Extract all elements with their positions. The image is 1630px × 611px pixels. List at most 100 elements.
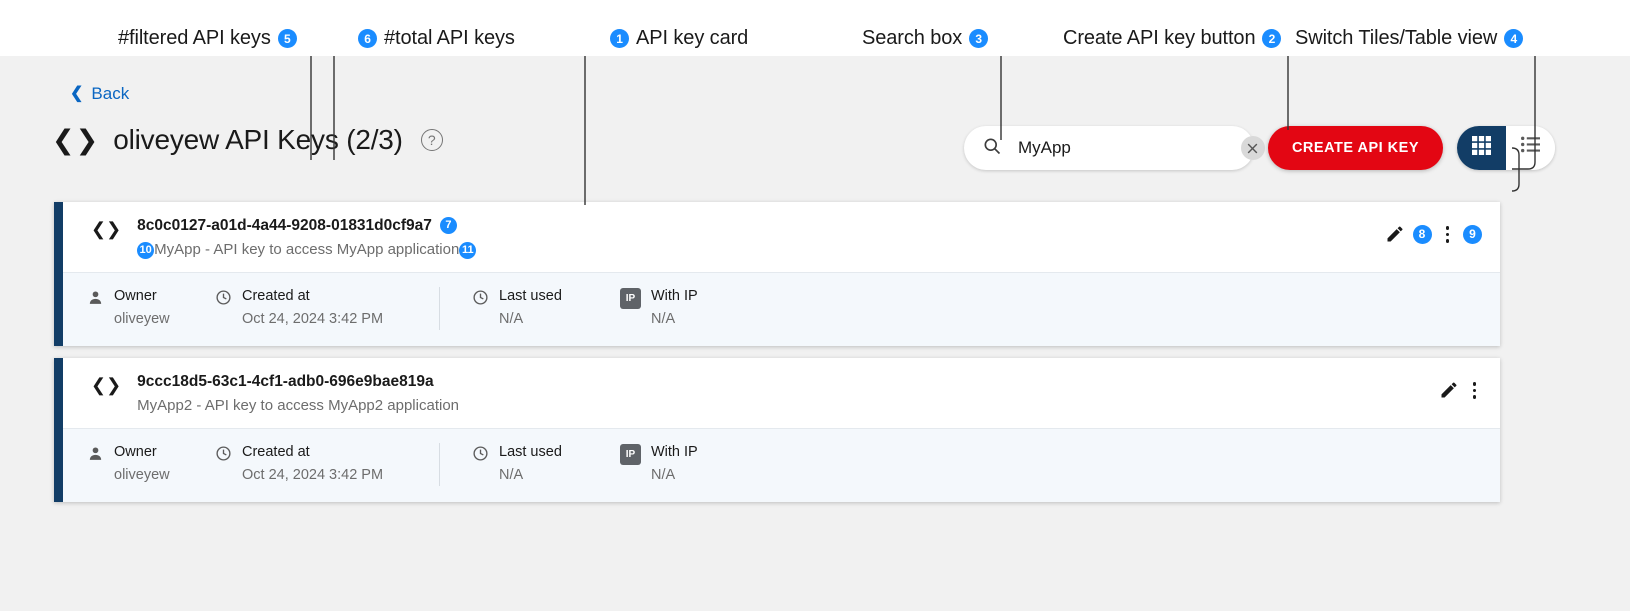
with-ip-field: IP With IP N/A <box>620 287 760 330</box>
pencil-icon[interactable] <box>1439 380 1459 400</box>
clock-icon <box>472 289 489 306</box>
api-key-id-row: 8c0c0127-a01d-4a44-9208-01831d0cf9a7 7 <box>137 216 1484 235</box>
meta-group-primary: Owner oliveyew Created at Oct 24, 2024 3… <box>63 287 415 330</box>
search-box[interactable] <box>964 126 1254 170</box>
annotation-2-label: Create API key button <box>1063 27 1255 50</box>
card-actions <box>1439 380 1483 401</box>
owner-label: Owner <box>114 287 170 307</box>
annotation-6: 6 #total API keys <box>358 27 515 50</box>
api-key-card-list: ❮❯ 8c0c0127-a01d-4a44-9208-01831d0cf9a7 … <box>54 202 1500 514</box>
ip-icon: IP <box>620 288 641 309</box>
api-key-description-row: 10 MyApp - API key to access MyApp appli… <box>137 240 1484 260</box>
api-key-card[interactable]: ❮❯ 8c0c0127-a01d-4a44-9208-01831d0cf9a7 … <box>54 202 1500 346</box>
annotation-1: 1 API key card <box>610 27 748 50</box>
table-view-button[interactable] <box>1506 126 1555 170</box>
with-ip-label: With IP <box>651 443 698 463</box>
annotation-6-label: #total API keys <box>384 27 515 50</box>
ip-icon: IP <box>620 444 641 465</box>
meta-group-usage: Last used N/A IP With IP N/A <box>439 287 760 330</box>
created-at-label: Created at <box>242 443 383 463</box>
kebab-menu-icon[interactable] <box>1467 380 1483 401</box>
owner-label: Owner <box>114 443 170 463</box>
kebab-menu-icon[interactable] <box>1440 224 1456 245</box>
create-api-key-button[interactable]: CREATE API KEY <box>1268 126 1443 170</box>
owner-value: oliveyew <box>114 466 170 486</box>
api-key-id: 8c0c0127-a01d-4a44-9208-01831d0cf9a7 <box>137 216 432 235</box>
created-at-value: Oct 24, 2024 3:42 PM <box>242 466 383 486</box>
annotation-4-label: Switch Tiles/Table view <box>1295 27 1497 50</box>
card-header: ❮❯ 8c0c0127-a01d-4a44-9208-01831d0cf9a7 … <box>63 202 1500 272</box>
card-details: Owner oliveyew Created at Oct 24, 2024 3… <box>63 428 1500 502</box>
owner-value: oliveyew <box>114 310 170 330</box>
annotation-band: #filtered API keys 5 6 #total API keys 1… <box>0 0 1630 56</box>
chevron-left-icon: ❮ <box>70 86 83 102</box>
help-circle-icon[interactable]: ? <box>421 129 443 151</box>
grid-view-icon <box>1472 136 1491 160</box>
api-key-description: MyApp - API key to access MyApp applicat… <box>154 240 459 260</box>
card-titles: 9ccc18d5-63c1-4cf1-adb0-696e9bae819a MyA… <box>137 372 1484 416</box>
last-used-label: Last used <box>499 287 562 307</box>
toolbar: CREATE API KEY <box>964 126 1555 170</box>
annotation-1-label: API key card <box>636 27 748 50</box>
meta-group-primary: Owner oliveyew Created at Oct 24, 2024 3… <box>63 443 415 486</box>
person-icon <box>87 289 104 306</box>
created-at-field: Created at Oct 24, 2024 3:42 PM <box>215 443 415 486</box>
annotation-4: Switch Tiles/Table view 4 <box>1295 27 1523 50</box>
clock-icon <box>215 289 232 306</box>
annotation-3-label: Search box <box>862 27 962 50</box>
page-background: ❮ Back ❮❯ oliveyew API Keys (2/3) ? CREA… <box>0 56 1630 611</box>
card-details: Owner oliveyew Created at Oct 24, 2024 3… <box>63 272 1500 346</box>
owner-field: Owner oliveyew <box>87 443 215 486</box>
code-brackets-icon: ❮❯ <box>91 376 121 394</box>
meta-group-usage: Last used N/A IP With IP N/A <box>439 443 760 486</box>
annotation-5: #filtered API keys 5 <box>118 27 297 50</box>
api-key-card[interactable]: ❮❯ 9ccc18d5-63c1-4cf1-adb0-696e9bae819a … <box>54 358 1500 502</box>
card-titles: 8c0c0127-a01d-4a44-9208-01831d0cf9a7 7 1… <box>137 216 1484 260</box>
annotation-badge-6: 6 <box>358 29 377 48</box>
annotation-badge-5: 5 <box>278 29 297 48</box>
person-icon <box>87 445 104 462</box>
card-actions: 8 9 <box>1385 224 1483 245</box>
tiles-view-button[interactable] <box>1457 126 1506 170</box>
with-ip-value: N/A <box>651 466 698 486</box>
code-brackets-icon: ❮❯ <box>52 127 99 154</box>
annotation-badge-11: 11 <box>459 242 476 259</box>
created-at-label: Created at <box>242 287 383 307</box>
api-key-id: 9ccc18d5-63c1-4cf1-adb0-696e9bae819a <box>137 372 433 391</box>
annotation-5-label: #filtered API keys <box>118 27 271 50</box>
api-key-description: MyApp2 - API key to access MyApp2 applic… <box>137 396 459 416</box>
annotation-3: Search box 3 <box>862 27 988 50</box>
created-at-field: Created at Oct 24, 2024 3:42 PM <box>215 287 415 330</box>
search-icon <box>982 136 1002 161</box>
annotation-badge-3: 3 <box>969 29 988 48</box>
last-used-field: Last used N/A <box>472 443 620 486</box>
card-header: ❮❯ 9ccc18d5-63c1-4cf1-adb0-696e9bae819a … <box>63 358 1500 428</box>
owner-field: Owner oliveyew <box>87 287 215 330</box>
annotation-badge-10: 10 <box>137 242 154 259</box>
pencil-icon[interactable] <box>1385 224 1405 244</box>
search-input[interactable] <box>1016 137 1241 159</box>
page-title-row: ❮❯ oliveyew API Keys (2/3) ? <box>52 126 443 154</box>
annotation-badge-7: 7 <box>440 217 457 234</box>
list-view-icon <box>1521 136 1540 160</box>
annotation-2: Create API key button 2 <box>1063 27 1281 50</box>
api-key-description-row: MyApp2 - API key to access MyApp2 applic… <box>137 396 1484 416</box>
annotation-badge-2: 2 <box>1262 29 1281 48</box>
last-used-value: N/A <box>499 310 562 330</box>
annotation-badge-9: 9 <box>1463 225 1482 244</box>
clock-icon <box>472 445 489 462</box>
last-used-field: Last used N/A <box>472 287 620 330</box>
page-title: oliveyew API Keys (2/3) <box>113 126 403 154</box>
api-key-id-row: 9ccc18d5-63c1-4cf1-adb0-696e9bae819a <box>137 372 1484 391</box>
annotation-badge-8: 8 <box>1413 225 1432 244</box>
view-toggle <box>1457 126 1555 170</box>
last-used-value: N/A <box>499 466 562 486</box>
back-label: Back <box>91 84 129 104</box>
back-link[interactable]: ❮ Back <box>70 84 129 104</box>
clock-icon <box>215 445 232 462</box>
code-brackets-icon: ❮❯ <box>91 220 121 238</box>
with-ip-field: IP With IP N/A <box>620 443 760 486</box>
annotation-badge-1: 1 <box>610 29 629 48</box>
close-icon[interactable] <box>1241 136 1265 160</box>
created-at-value: Oct 24, 2024 3:42 PM <box>242 310 383 330</box>
